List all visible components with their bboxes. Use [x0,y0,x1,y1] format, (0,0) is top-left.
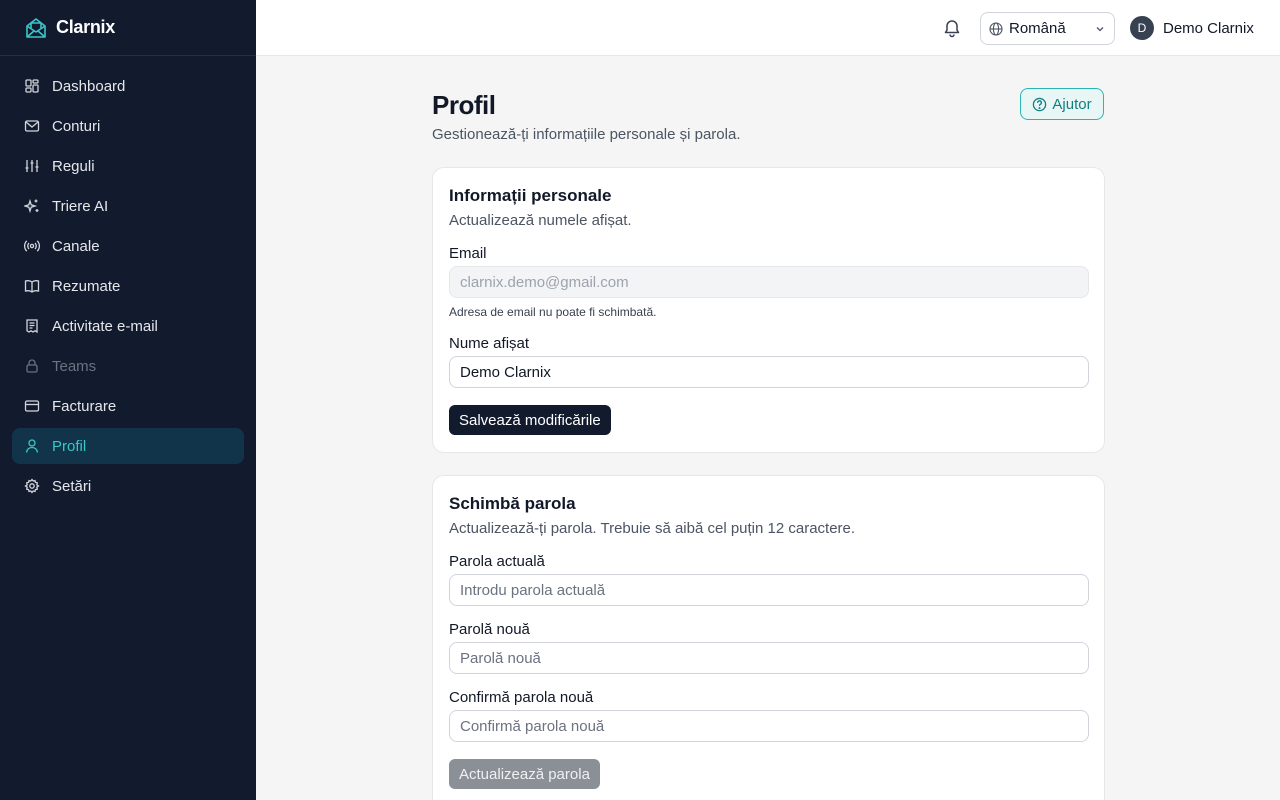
sparkles-icon [24,198,40,214]
display-name-field[interactable] [449,356,1089,388]
envelope-logo-icon [26,17,46,38]
help-label: Ajutor [1052,95,1092,113]
card-title: Informații personale [449,186,612,205]
update-password-button[interactable]: Actualizează parola [449,759,600,789]
current-password-label: Parola actuală [449,553,545,570]
sidebar-item-profil[interactable]: Profil [12,428,244,464]
receipt-icon [24,318,40,334]
page-title: Profil [432,90,496,120]
sidebar-item-dashboard[interactable]: Dashboard [12,68,244,104]
brand-name: Clarnix [56,17,115,37]
email-field [449,266,1089,298]
book-icon [24,278,40,294]
user-menu[interactable]: D Demo Clarnix [1130,16,1254,40]
top-header: Română D Demo Clarnix [256,0,1280,56]
confirm-password-field[interactable] [449,710,1089,742]
sidebar-item-conturi[interactable]: Conturi [12,108,244,144]
sidebar-item-activitate-email[interactable]: Activitate e-mail [12,308,244,344]
email-hint: Adresa de email nu poate fi schimbată. [449,305,657,319]
sidebar-item-label: Teams [52,357,97,375]
sidebar-item-label: Reguli [52,157,95,175]
sidebar-item-reguli[interactable]: Reguli [12,148,244,184]
user-icon [24,438,40,454]
help-circle-icon [1033,97,1047,111]
sidebar: Clarnix Dashboard Conturi Reguli Triere … [0,0,256,800]
sidebar-item-label: Conturi [52,117,101,135]
email-label: Email [449,245,487,262]
card-subtitle: Actualizează numele afișat. [449,212,632,229]
sidebar-item-label: Dashboard [52,77,126,95]
sidebar-item-teams: Teams [12,348,244,384]
dashboard-icon [24,78,40,94]
personal-info-card: Informații personale Actualizează numele… [432,167,1105,453]
sliders-icon [24,158,40,174]
brand[interactable]: Clarnix [0,0,256,56]
sidebar-item-triere-ai[interactable]: Triere AI [12,188,244,224]
card-title: Schimbă parola [449,494,576,513]
display-name-label: Nume afișat [449,335,530,352]
radio-icon [24,238,40,254]
current-password-field[interactable] [449,574,1089,606]
sidebar-item-label: Facturare [52,397,117,415]
confirm-password-label: Confirmă parola nouă [449,689,594,706]
user-name: Demo Clarnix [1163,19,1254,37]
card-subtitle: Actualizează-ți parola. Trebuie să aibă … [449,520,856,537]
page-subtitle: Gestionează-ți informațiile personale și… [432,126,741,143]
change-password-card: Schimbă parola Actualizează-ți parola. T… [432,475,1105,800]
sidebar-item-label: Profil [52,437,87,455]
mail-icon [24,118,40,134]
language-value: Română [1009,20,1066,37]
new-password-field[interactable] [449,642,1089,674]
language-select[interactable]: Română [980,12,1115,45]
new-password-label: Parolă nouă [449,621,530,638]
sidebar-item-rezumate[interactable]: Rezumate [12,268,244,304]
help-button[interactable]: Ajutor [1020,88,1104,120]
sidebar-item-label: Triere AI [52,197,109,215]
avatar: D [1130,16,1154,40]
chevron-down-icon [1096,26,1104,31]
sidebar-item-facturare[interactable]: Facturare [12,388,244,424]
sidebar-item-label: Setări [52,477,92,495]
sidebar-item-canale[interactable]: Canale [12,228,244,264]
bell-icon[interactable] [942,18,962,38]
sidebar-item-setari[interactable]: Setări [12,468,244,504]
lock-icon [24,358,40,374]
sidebar-item-label: Rezumate [52,277,121,295]
card-icon [24,398,40,414]
save-changes-button[interactable]: Salvează modificările [449,405,611,435]
sidebar-item-label: Activitate e-mail [52,317,158,335]
gear-icon [24,478,40,494]
sidebar-nav: Dashboard Conturi Reguli Triere AI Canal… [0,56,256,504]
sidebar-item-label: Canale [52,237,100,255]
globe-icon [989,21,1003,36]
